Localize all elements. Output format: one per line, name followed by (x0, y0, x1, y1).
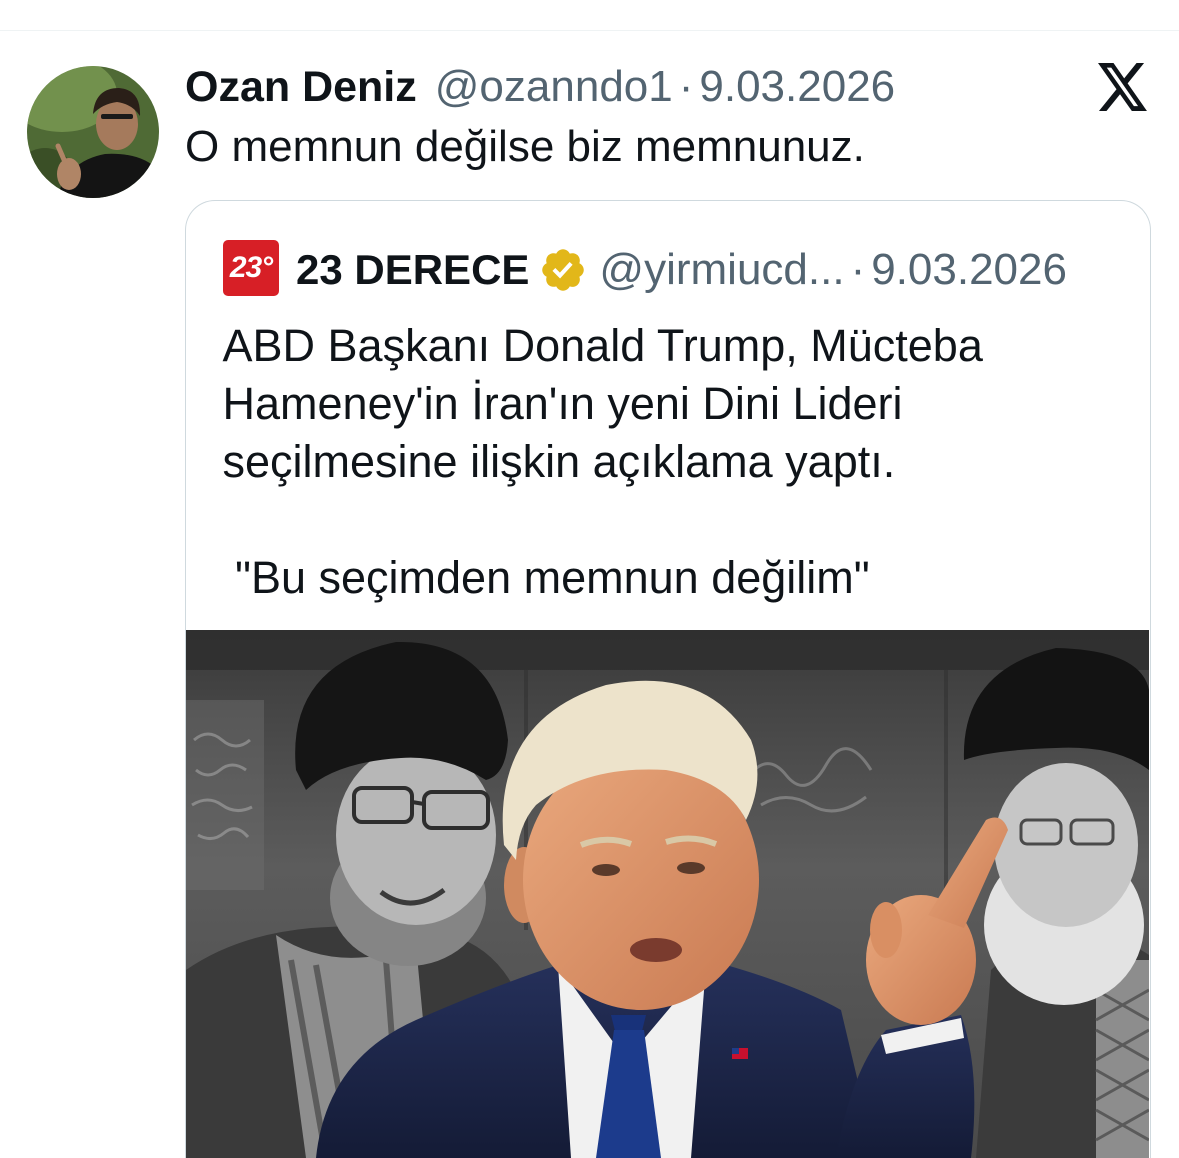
quote-header-separator: · (850, 245, 866, 294)
avatar[interactable] (27, 66, 159, 198)
quote-paragraph: ABD Başkanı Donald Trump, Mücteba Hamene… (223, 317, 983, 491)
quote-line: seçilmesine ilişkin açıklama yaptı. (222, 436, 896, 487)
quoted-tweet-card[interactable]: 23° 23 DERECE @yirmiucd... · 9.03.2026 A… (185, 200, 1151, 1158)
left-figure-glasses-bridge (411, 799, 425, 806)
right-figure-face (994, 762, 1138, 927)
quote-line: Hameney'in İran'ın yeni Dini Lideri (222, 378, 903, 429)
center-figure-mouth (630, 937, 682, 962)
photo-top-shade (186, 629, 1149, 670)
author-name[interactable]: Ozan Deniz (185, 62, 417, 112)
quote-author-logo[interactable]: 23° (223, 240, 279, 296)
quote-paragraph: "Bu seçimden memnun değilim" (223, 549, 983, 607)
author-handle[interactable]: @ozanndo1 (435, 62, 673, 112)
quote-text: ABD Başkanı Donald Trump, Mücteba Hamene… (223, 317, 983, 607)
avatar-sunglasses (101, 114, 133, 119)
quote-logo-text: 23° (229, 251, 273, 284)
center-figure-thumb (870, 901, 902, 958)
photo-right-figure (963, 647, 1149, 1158)
tweet-text: O memnun değilse biz memnunuz. (185, 122, 865, 171)
center-figure-eye-left (592, 863, 620, 876)
quote-line: "Bu seçimden memnun değilim" (222, 552, 870, 603)
quote-author-handle[interactable]: @yirmiucd... (599, 245, 844, 295)
center-figure-flag-pin-canton (732, 1047, 739, 1054)
x-logo-shape (1098, 63, 1147, 111)
center-figure-eye-right (677, 861, 705, 874)
quote-date[interactable]: 9.03.2026 (871, 245, 1067, 295)
avatar-hand (57, 158, 81, 190)
header-separator: · (678, 62, 694, 111)
avatar-photo (27, 66, 159, 198)
tweet-date[interactable]: 9.03.2026 (699, 62, 895, 112)
tweet-header: Ozan Deniz @ozanndo1 · 9.03.2026 (185, 62, 895, 112)
quote-line: ABD Başkanı Donald Trump, Mücteba (222, 320, 983, 371)
photo-tile-panel (186, 699, 264, 890)
quoted-media-photo[interactable] (186, 629, 1149, 1158)
quote-header: 23 DERECE @yirmiucd... · 9.03.2026 (296, 245, 1067, 295)
top-divider (0, 30, 1179, 31)
x-logo-icon[interactable] (1098, 63, 1147, 111)
verified-badge-icon (542, 249, 585, 291)
quote-author-name[interactable]: 23 DERECE (296, 245, 529, 295)
